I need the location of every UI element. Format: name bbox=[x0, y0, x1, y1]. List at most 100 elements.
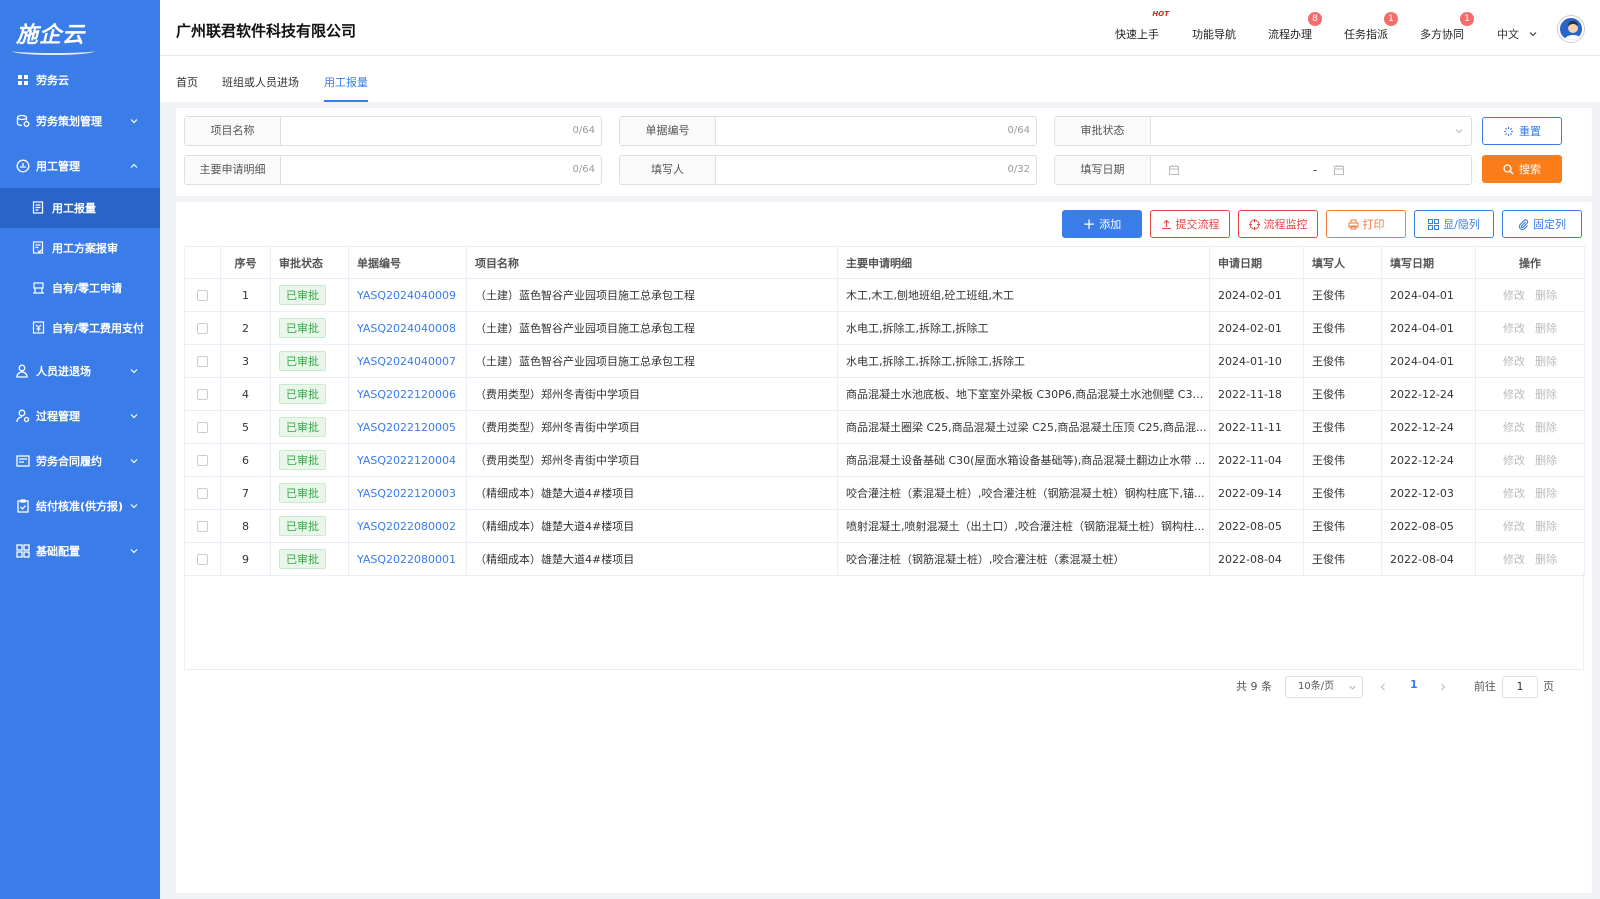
approval-status-field[interactable]: 审批状态 bbox=[1054, 116, 1472, 146]
delete-link[interactable]: 删除 bbox=[1535, 553, 1557, 566]
fill-date-field[interactable]: 填写日期 - bbox=[1054, 155, 1472, 185]
table-row[interactable]: 4 已审批 YASQ2022120006 （费用类型）郑州冬青街中学项目 商品混凝土水池… bbox=[184, 377, 1585, 411]
table-row[interactable]: 1 已审批 YASQ2024040009 （土建）蓝色智谷产业园项目施工总承包工程 木工… bbox=[184, 278, 1585, 312]
add-button[interactable]: + 添加 bbox=[1062, 210, 1142, 238]
multi-collab-link[interactable]: 多方协同 1 bbox=[1420, 12, 1474, 42]
doc-no-field[interactable]: 单据编号 0/64 bbox=[619, 116, 1037, 146]
table-row[interactable]: 5 已审批 YASQ2022120005 （费用类型）郑州冬青街中学项目 商品混凝土圈梁… bbox=[184, 410, 1585, 444]
row-checkbox[interactable] bbox=[197, 554, 208, 565]
nav-process[interactable]: 过程管理 bbox=[0, 393, 160, 438]
row-checkbox[interactable] bbox=[197, 488, 208, 499]
approval-status-select[interactable] bbox=[1151, 117, 1471, 145]
language-select[interactable]: 中文 bbox=[1497, 26, 1537, 42]
nav-personnel[interactable]: 人员进退场 bbox=[0, 348, 160, 393]
edit-link[interactable]: 修改 bbox=[1503, 454, 1525, 467]
doc-code-link[interactable]: YASQ2022080001 bbox=[357, 553, 456, 566]
edit-link[interactable]: 修改 bbox=[1503, 421, 1525, 434]
task-assign-link[interactable]: 任务指派 1 bbox=[1344, 12, 1398, 42]
row-checkbox[interactable] bbox=[197, 422, 208, 433]
submit-flow-button[interactable]: 提交流程 bbox=[1150, 210, 1230, 238]
tab-labor-report[interactable]: 用工报量 bbox=[324, 74, 368, 102]
row-checkbox[interactable] bbox=[197, 389, 208, 400]
edit-link[interactable]: 修改 bbox=[1503, 388, 1525, 401]
avatar[interactable] bbox=[1558, 16, 1584, 42]
table-row[interactable]: 9 已审批 YASQ2022080001 （精细成本）雄楚大道4#楼项目 咬合灌注桩（钢… bbox=[184, 542, 1585, 576]
edit-link[interactable]: 修改 bbox=[1503, 289, 1525, 302]
doc-code-link[interactable]: YASQ2024040008 bbox=[357, 322, 456, 335]
delete-link[interactable]: 删除 bbox=[1535, 388, 1557, 401]
page-size-select[interactable]: 10条/页 bbox=[1285, 676, 1363, 698]
row-checkbox-cell[interactable] bbox=[184, 311, 221, 345]
doc-code-link[interactable]: YASQ2022120003 bbox=[357, 487, 456, 500]
page-jump-input[interactable]: 1 bbox=[1502, 676, 1538, 698]
date-range-input[interactable]: - bbox=[1151, 156, 1471, 184]
nav-settlement[interactable]: 结付核准(供方报) bbox=[0, 483, 160, 528]
row-checkbox[interactable] bbox=[197, 356, 208, 367]
delete-link[interactable]: 删除 bbox=[1535, 520, 1557, 533]
nav-labor-manage[interactable]: 用工管理 bbox=[0, 143, 160, 188]
row-checkbox[interactable] bbox=[197, 521, 208, 532]
edit-link[interactable]: 修改 bbox=[1503, 520, 1525, 533]
edit-link[interactable]: 修改 bbox=[1503, 553, 1525, 566]
tab-team[interactable]: 班组或人员进场 bbox=[222, 74, 299, 100]
table-row[interactable]: 8 已审批 YASQ2022080002 （精细成本）雄楚大道4#楼项目 喷射混凝土,喷… bbox=[184, 509, 1585, 543]
row-checkbox-cell[interactable] bbox=[184, 542, 221, 576]
edit-link[interactable]: 修改 bbox=[1503, 322, 1525, 335]
doc-code-link[interactable]: YASQ2022120006 bbox=[357, 388, 456, 401]
chevron-right-icon[interactable] bbox=[1439, 683, 1447, 691]
delete-link[interactable]: 删除 bbox=[1535, 355, 1557, 368]
sidebar-item-labor-plan-review[interactable]: 用工方案报审 bbox=[0, 228, 160, 268]
doc-code-link[interactable]: YASQ2024040009 bbox=[357, 289, 456, 302]
search-button[interactable]: 搜索 bbox=[1482, 155, 1562, 183]
filler-field[interactable]: 填写人 0/32 bbox=[619, 155, 1037, 185]
row-checkbox-cell[interactable] bbox=[184, 278, 221, 312]
doc-no-input[interactable]: 0/64 bbox=[716, 117, 1036, 145]
print-button[interactable]: 打印 bbox=[1326, 210, 1406, 238]
row-checkbox-cell[interactable] bbox=[184, 443, 221, 477]
page-current[interactable]: 1 bbox=[1410, 678, 1418, 691]
tab-home[interactable]: 首页 bbox=[176, 74, 198, 100]
delete-link[interactable]: 删除 bbox=[1535, 487, 1557, 500]
main-detail-field[interactable]: 主要申请明细 0/64 bbox=[184, 155, 602, 185]
doc-code-link[interactable]: YASQ2022120004 bbox=[357, 454, 456, 467]
doc-code-link[interactable]: YASQ2024040007 bbox=[357, 355, 456, 368]
chevron-left-icon[interactable] bbox=[1379, 683, 1387, 691]
row-checkbox[interactable] bbox=[197, 323, 208, 334]
delete-link[interactable]: 删除 bbox=[1535, 421, 1557, 434]
row-checkbox[interactable] bbox=[197, 455, 208, 466]
doc-code-link[interactable]: YASQ2022120005 bbox=[357, 421, 456, 434]
project-name-field[interactable]: 项目名称 0/64 bbox=[184, 116, 602, 146]
row-checkbox-cell[interactable] bbox=[184, 476, 221, 510]
doc-code-link[interactable]: YASQ2022080002 bbox=[357, 520, 456, 533]
table-row[interactable]: 2 已审批 YASQ2024040008 （土建）蓝色智谷产业园项目施工总承包工程 水电… bbox=[184, 311, 1585, 345]
row-checkbox-cell[interactable] bbox=[184, 344, 221, 378]
row-checkbox-cell[interactable] bbox=[184, 509, 221, 543]
process-handle-link[interactable]: 流程办理 8 bbox=[1268, 12, 1322, 42]
filler-input[interactable]: 0/32 bbox=[716, 156, 1036, 184]
edit-link[interactable]: 修改 bbox=[1503, 487, 1525, 500]
table-row[interactable]: 6 已审批 YASQ2022120004 （费用类型）郑州冬青街中学项目 商品混凝土设备… bbox=[184, 443, 1585, 477]
select-all-cell[interactable] bbox=[184, 246, 221, 279]
sidebar-item-labor-report[interactable]: 用工报量 bbox=[0, 188, 160, 228]
table-row[interactable]: 7 已审批 YASQ2022120003 （精细成本）雄楚大道4#楼项目 咬合灌注桩（素… bbox=[184, 476, 1585, 510]
nav-labor-cloud[interactable]: 劳务云 bbox=[0, 66, 160, 94]
table-row[interactable]: 3 已审批 YASQ2024040007 （土建）蓝色智谷产业园项目施工总承包工程 水电… bbox=[184, 344, 1585, 378]
row-checkbox[interactable] bbox=[197, 290, 208, 301]
toggle-columns-button[interactable]: 显/隐列 bbox=[1414, 210, 1494, 238]
nav-base-config[interactable]: 基础配置 bbox=[0, 528, 160, 573]
quick-start-link[interactable]: 快速上手 HOT bbox=[1115, 10, 1169, 42]
function-nav-link[interactable]: 功能导航 bbox=[1192, 26, 1236, 42]
delete-link[interactable]: 删除 bbox=[1535, 454, 1557, 467]
delete-link[interactable]: 删除 bbox=[1535, 289, 1557, 302]
edit-link[interactable]: 修改 bbox=[1503, 355, 1525, 368]
main-detail-input[interactable]: 0/64 bbox=[281, 156, 601, 184]
row-checkbox-cell[interactable] bbox=[184, 410, 221, 444]
nav-labor-plan[interactable]: 劳务策划管理 bbox=[0, 98, 160, 143]
nav-contract[interactable]: 劳务合同履约 bbox=[0, 438, 160, 483]
fix-columns-button[interactable]: 固定列 bbox=[1502, 210, 1582, 238]
sidebar-item-worker-pay[interactable]: 自有/零工费用支付 bbox=[0, 308, 160, 348]
flow-monitor-button[interactable]: 流程监控 bbox=[1238, 210, 1318, 238]
sidebar-item-worker-apply[interactable]: 自有/零工申请 bbox=[0, 268, 160, 308]
project-name-input[interactable]: 0/64 bbox=[281, 117, 601, 145]
delete-link[interactable]: 删除 bbox=[1535, 322, 1557, 335]
